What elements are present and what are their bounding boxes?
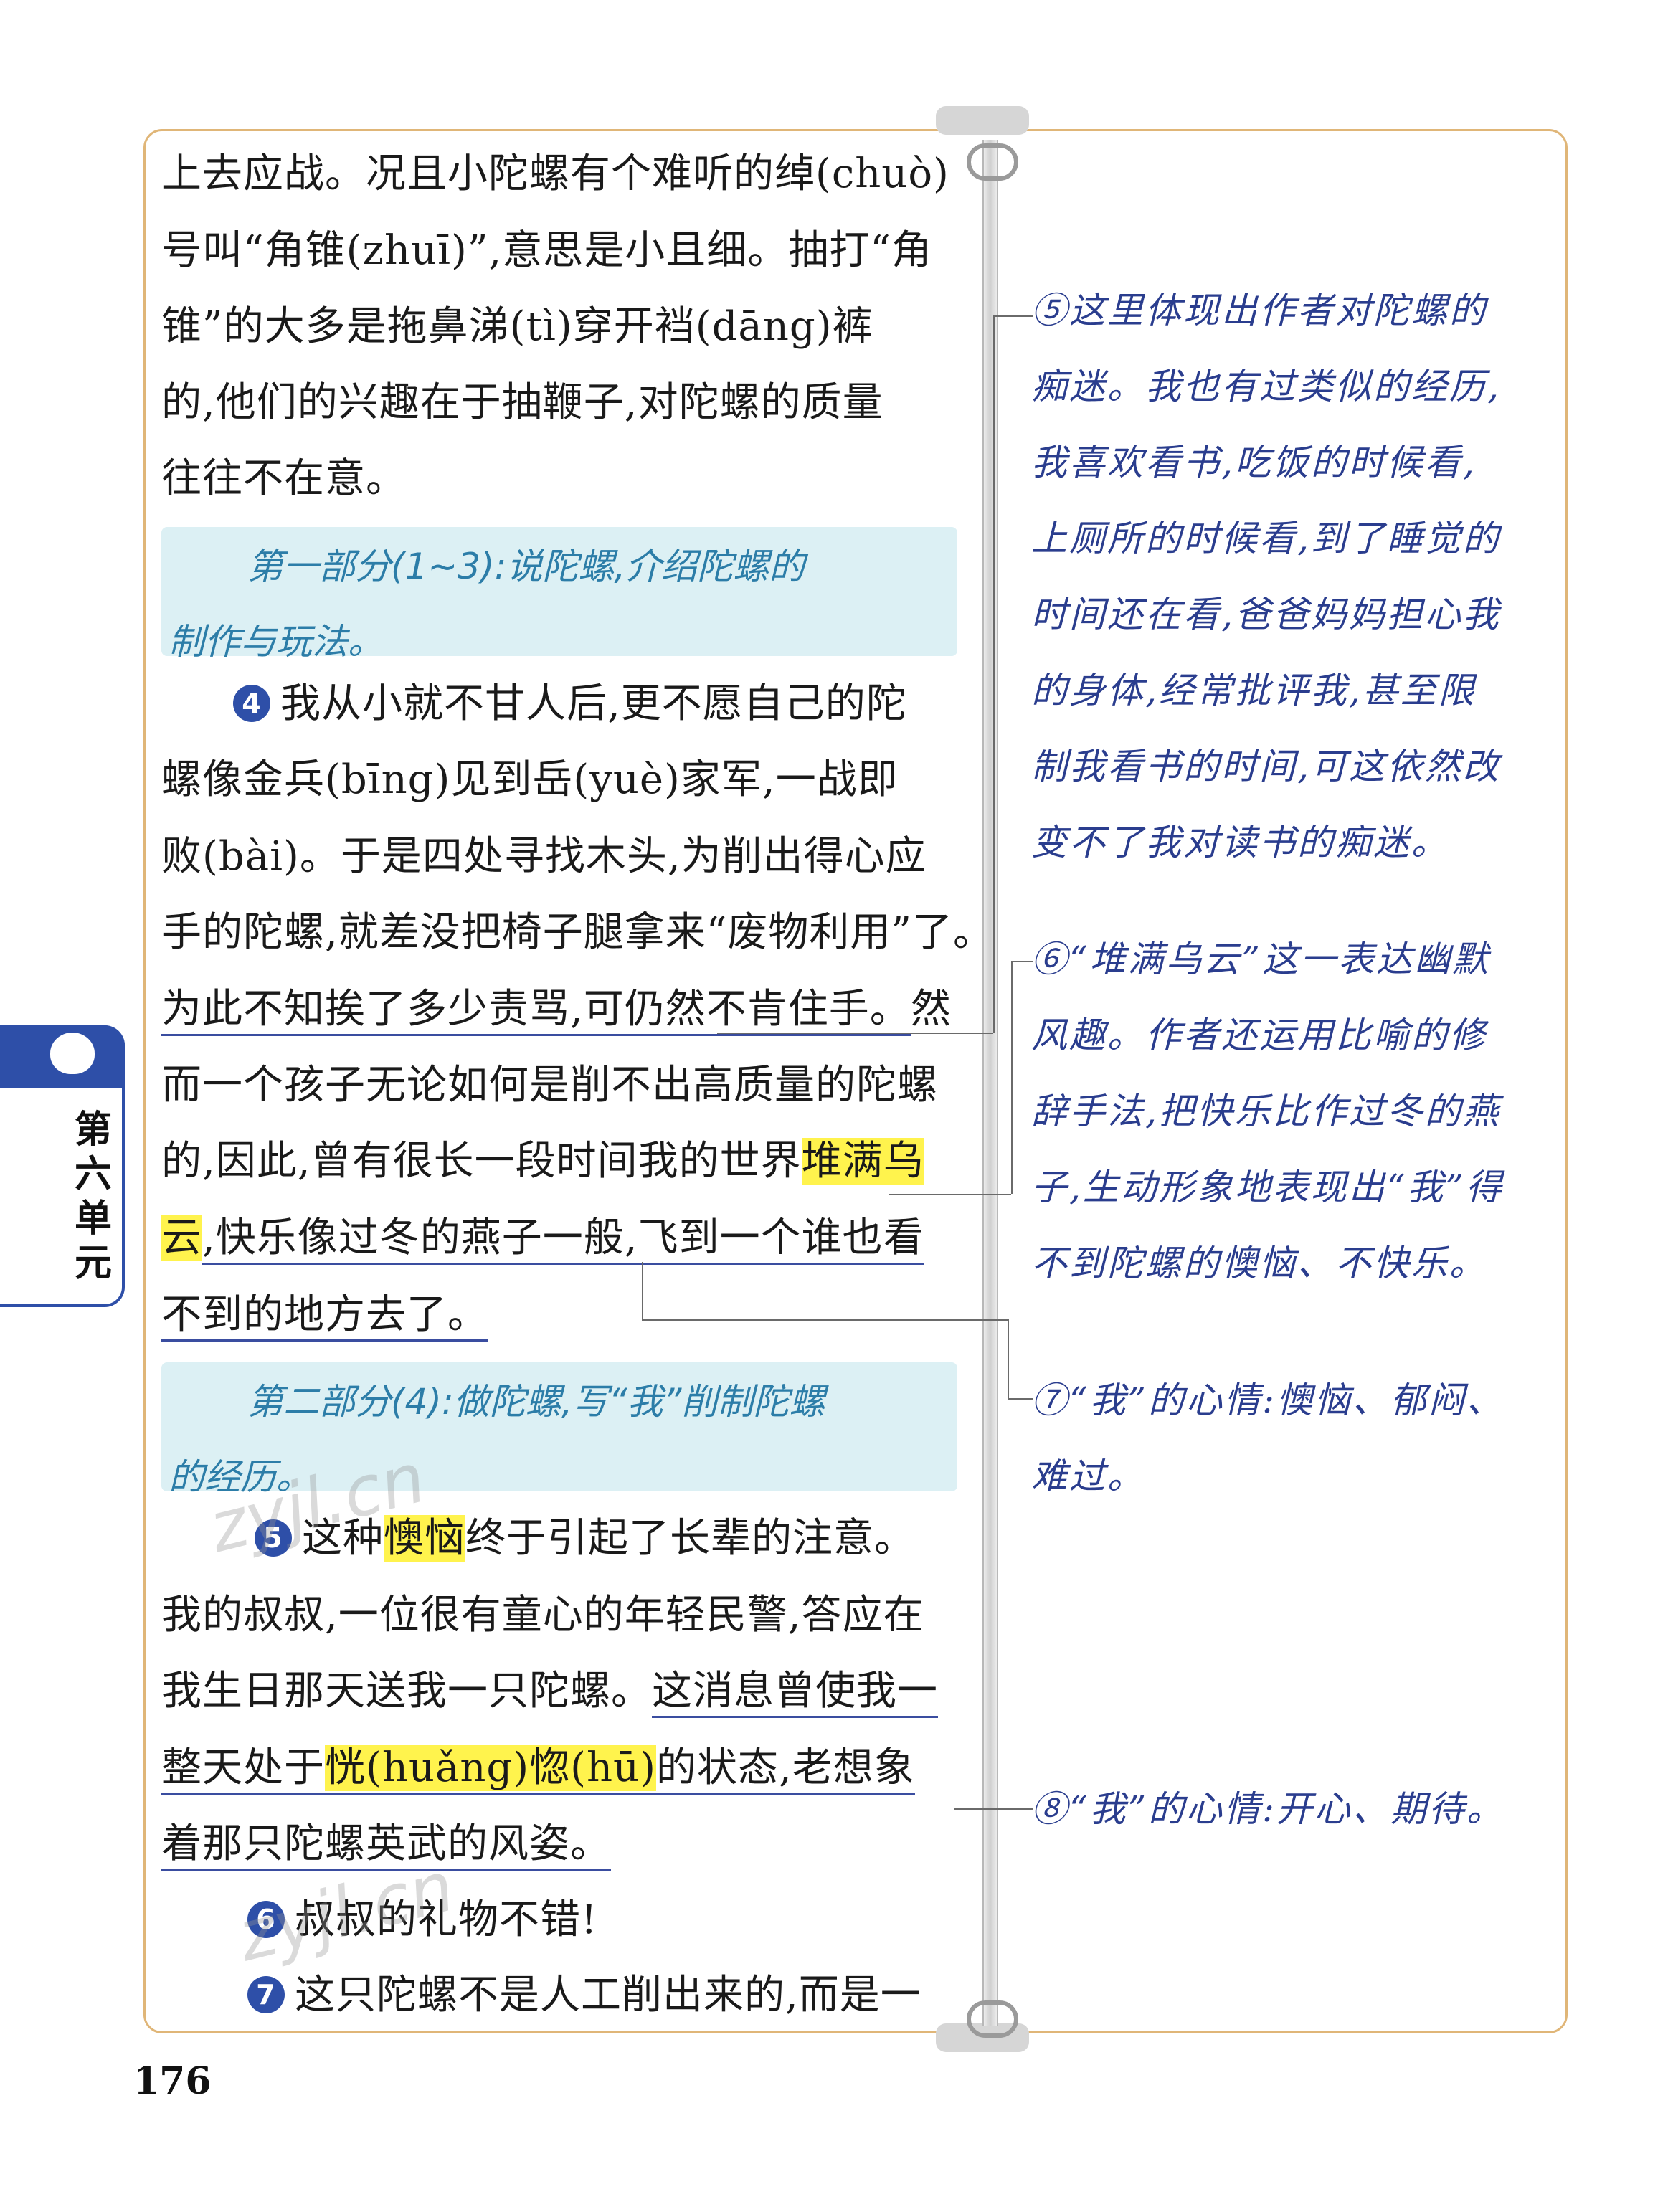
unit-label-char: 六 (74, 1153, 112, 1196)
annotation-line: 风趣。作者还运用比喻的修 (1031, 1015, 1487, 1056)
connector-line (717, 1033, 993, 1034)
text-fragment: 整天处于 (161, 1745, 325, 1791)
annotation-line: ⑥“堆满乌云”这一表达幽默 (1031, 939, 1491, 980)
connector-line (993, 315, 995, 1033)
text-line: 上去应战。况且小陀螺有个难听的绰(chuò) (161, 151, 949, 197)
connector-line (1011, 961, 1013, 1194)
connector-line (954, 1808, 1033, 1810)
annotation-line: 不到陀螺的懊恼、不快乐。 (1031, 1243, 1487, 1284)
connector-line (1008, 1398, 1033, 1400)
unit-label-char: 元 (74, 1242, 112, 1285)
page-number: 176 (133, 2059, 212, 2103)
underlined-sentence: 这消息曾使我一 (652, 1668, 938, 1718)
annotation-line: 辞手法,把快乐比作过冬的燕 (1031, 1091, 1501, 1132)
underlined-sentence: ,快乐像过冬的燕子一般,飞到一个谁也看 (202, 1215, 924, 1265)
text-line: 这只陀螺不是人工削出来的,而是一 (295, 1972, 921, 2018)
text-line: 整天处于恍(huǎng)惚(hū)的状态,老想象 (161, 1741, 915, 1795)
annotation-line: 子,生动形象地表现出“我”得 (1031, 1167, 1504, 1208)
text-line: 而一个孩子无论如何是削不出高质量的陀螺 (161, 1062, 938, 1109)
text-fragment: 我生日那天送我一只陀螺。 (161, 1668, 652, 1714)
highlighted-phrase: 堆满乌 (801, 1138, 924, 1185)
text-line: 手的陀螺,就差没把椅子腿拿来“废物利用”了。 (161, 909, 995, 956)
text-fragment: 的,因此,曾有很长一段时间我的世界 (161, 1138, 802, 1185)
annotation-line: 难过。 (1031, 1456, 1145, 1497)
text-line: 不到的地方去了。 (161, 1288, 488, 1342)
unit-label-char: 第 (74, 1109, 112, 1152)
annotation-line: ⑤这里体现出作者对陀螺的 (1031, 290, 1487, 331)
underlined-sentence: 整天处于恍(huǎng)惚(hū)的状态,老想象 (161, 1745, 915, 1795)
text-line: 锥”的大多是拖鼻涕(tì)穿开裆(dāng)裤 (161, 303, 873, 350)
text-fragment: 然 (910, 986, 952, 1033)
summary-line: 第一部分(1~3):说陀螺,介绍陀螺的 (247, 546, 805, 587)
notebook-spine (982, 140, 998, 2026)
part-summary-1: 第一部分(1~3):说陀螺,介绍陀螺的 制作与玩法。 (161, 527, 957, 663)
annotation-line: 时间还在看,爸爸妈妈担心我 (1031, 594, 1501, 635)
connector-line (1008, 1319, 1009, 1398)
text-fragment: 的状态,老想象 (655, 1745, 915, 1791)
binder-ring-icon (967, 2000, 1018, 2038)
summary-line: 制作与玩法。 (169, 621, 384, 663)
connector-line (642, 1319, 1008, 1321)
paragraph-number-badge: 4 (233, 685, 270, 722)
paragraph-4-start: 4 我从小就不甘人后,更不愿自己的陀 (161, 677, 907, 731)
annotation-line: 的身体,经常批评我,甚至限 (1031, 670, 1477, 711)
annotation-line: 痴迷。我也有过类似的经历, (1031, 366, 1501, 407)
text-line: 螺像金兵(bīng)见到岳(yuè)家军,一战即 (161, 756, 899, 803)
text-line: 的,因此,曾有很长一段时间我的世界堆满乌 (161, 1134, 924, 1189)
unit-label-char: 单 (74, 1197, 112, 1240)
unit-label: 第 六 单 元 (68, 1108, 118, 1286)
paragraph-number-badge: 7 (247, 1976, 285, 2013)
annotation-line: ⑦“我”的心情:懊恼、郁闷、 (1031, 1380, 1504, 1421)
binder-ring-icon (967, 143, 1018, 181)
text-line: 往往不在意。 (161, 455, 407, 502)
annotation-line: 变不了我对读书的痴迷。 (1031, 822, 1449, 863)
underlined-sentence: 不到的地方去了。 (161, 1291, 488, 1342)
text-line: 的,他们的兴趣在于抽鞭子,对陀螺的质量 (161, 379, 883, 426)
highlighted-phrase: 恍(huǎng)惚(hū) (325, 1745, 656, 1791)
text-line: 我生日那天送我一只陀螺。这消息曾使我一 (161, 1664, 938, 1719)
connector-line (993, 315, 1033, 317)
annotation-line: 上厕所的时候看,到了睡觉的 (1031, 518, 1501, 559)
text-line: 我的叔叔,一位很有童心的年轻民警,答应在 (161, 1592, 924, 1638)
text-line: 云,快乐像过冬的燕子一般,飞到一个谁也看 (161, 1211, 924, 1266)
bunny-icon (50, 1033, 95, 1074)
annotation-line: 制我看书的时间,可这依然改 (1031, 746, 1501, 787)
text-fragment: 终于引起了长辈的注意。 (465, 1515, 915, 1562)
paragraph-7-start: 7 这只陀螺不是人工削出来的,而是一 (161, 1968, 921, 2023)
connector-line (889, 1194, 1011, 1195)
connector-line (642, 1262, 643, 1319)
text-line: 号叫“角锥(zhuī)”,意思是小且细。抽打“角 (161, 227, 932, 274)
text-line: 我从小就不甘人后,更不愿自己的陀 (280, 680, 907, 727)
summary-line: 第二部分(4):做陀螺,写“我”削制陀螺 (247, 1381, 825, 1423)
text-line: 为此不知挨了多少责骂,可仍然不肯住手。然 (161, 982, 952, 1037)
annotation-line: ⑧“我”的心情:开心、期待。 (1031, 1788, 1504, 1830)
connector-line (1011, 961, 1033, 962)
underlined-sentence: 为此不知挨了多少责骂,可仍然不肯住手。 (161, 986, 911, 1036)
annotation-line: 我喜欢看书,吃饭的时候看, (1031, 442, 1477, 483)
binder-clip-top (936, 106, 1029, 135)
text-line: 败(bài)。于是四处寻找木头,为削出得心应 (161, 833, 927, 880)
highlighted-phrase: 云 (161, 1215, 202, 1261)
